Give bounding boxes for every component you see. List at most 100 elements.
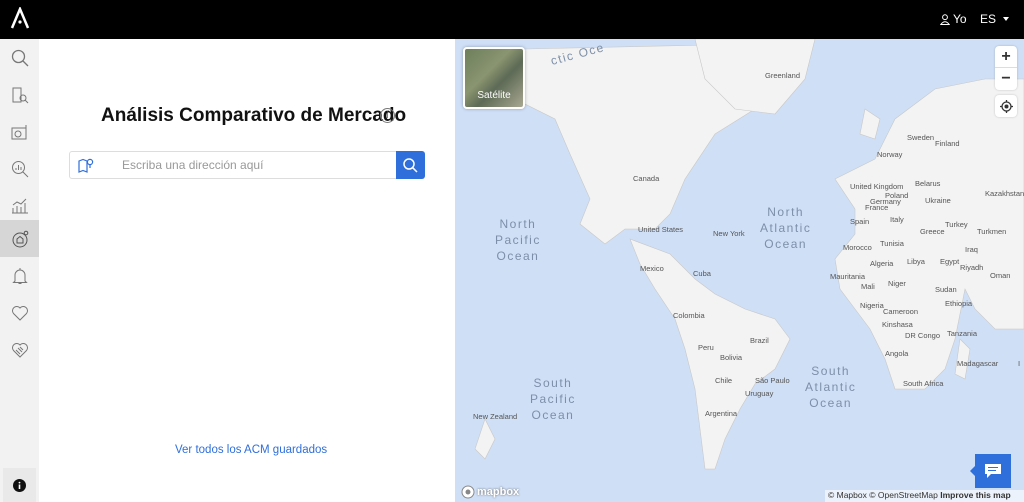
user-menu[interactable]: Yo — [940, 12, 967, 26]
map-place-label: Algeria — [870, 259, 894, 268]
map-place-label: Riyadh — [960, 263, 984, 272]
map-place-label: France — [865, 203, 889, 212]
map[interactable]: ctic Oce North Pacific Ocean North Atlan… — [455, 39, 1024, 502]
osm-attribution-link[interactable]: © OpenStreetMap — [869, 490, 938, 500]
page-title: Análisis Comparativo de Mercado — [101, 105, 407, 126]
improve-map-link[interactable]: Improve this map — [940, 490, 1010, 500]
search-icon — [11, 49, 28, 66]
chat-icon — [985, 464, 1001, 478]
map-place-label: Mexico — [640, 264, 664, 273]
map-place-label: Greece — [920, 227, 945, 236]
map-place-label: Ukraine — [925, 196, 951, 205]
map-place-label: Spain — [850, 217, 870, 226]
map-pin-icon — [78, 158, 94, 173]
building-search-icon — [12, 87, 28, 103]
sidebar-item-market-analysis[interactable] — [0, 150, 39, 187]
map-place-label: New Zealand — [473, 412, 518, 421]
map-place-label: Colombia — [673, 311, 705, 320]
chat-button[interactable] — [970, 454, 1011, 488]
search-icon — [403, 157, 418, 173]
acm-panel: Análisis Comparativo de Mercado i Ver to… — [39, 39, 455, 502]
map-place-label: Finland — [935, 139, 960, 148]
map-place-label: Libya — [907, 257, 925, 266]
home-target-icon — [12, 230, 28, 247]
map-place-label: Madagascar — [957, 359, 999, 368]
map-attribution: © Mapbox © OpenStreetMap Improve this ma… — [825, 490, 1024, 502]
app-logo[interactable] — [10, 5, 30, 34]
chart-search-icon — [11, 160, 28, 177]
map-place-label: Canada — [633, 174, 660, 183]
geolocate-button[interactable] — [995, 95, 1017, 117]
mapbox-logo[interactable]: mapbox — [461, 485, 519, 499]
map-place-label: Kazakhstan — [985, 189, 1024, 198]
mapbox-attribution-link[interactable]: © Mapbox — [828, 490, 867, 500]
map-place-label: New York — [713, 229, 745, 238]
sidebar-item-search[interactable] — [0, 39, 39, 76]
map-place-label: Brazil — [750, 336, 769, 345]
map-place-label: Turkey — [945, 220, 968, 229]
mapbox-icon — [461, 485, 475, 499]
language-selector[interactable]: ES — [980, 12, 996, 26]
map-place-label: Sweden — [907, 133, 935, 142]
locate-icon — [999, 99, 1013, 113]
map-place-label: Ethiopia — [945, 299, 973, 308]
bell-icon — [11, 267, 28, 284]
map-place-label: Bolivia — [720, 353, 743, 362]
handshake-icon — [11, 342, 28, 358]
sidebar-item-acm[interactable] — [0, 220, 39, 257]
sidebar-item-deals[interactable] — [0, 331, 39, 368]
map-place-label: Egypt — [940, 257, 960, 266]
map-place-label: South Africa — [903, 379, 944, 388]
map-place-label: Italy — [890, 215, 904, 224]
satellite-label: Satélite — [477, 90, 511, 101]
map-place-label: Oman — [990, 271, 1011, 280]
map-place-label: Uruguay — [745, 389, 774, 398]
address-input[interactable] — [122, 152, 392, 178]
map-place-label: Cuba — [693, 269, 711, 278]
map-place-label: Norway — [877, 150, 903, 159]
sidebar-item-favorites[interactable] — [0, 294, 39, 331]
map-place-label: I — [1018, 359, 1021, 368]
sidebar-item-valuation[interactable] — [0, 113, 39, 150]
sidebar-item-property-search[interactable] — [0, 76, 39, 113]
map-place-label: Peru — [698, 343, 714, 352]
map-place-label: United Kingdom — [850, 182, 904, 191]
zoom-control: + − — [995, 46, 1017, 90]
map-place-label: Kinshasa — [882, 320, 913, 329]
top-bar: Yo ES — [0, 0, 1024, 39]
address-search — [69, 151, 397, 179]
map-place-label: Mali — [861, 282, 875, 291]
saved-acm-link[interactable]: Ver todos los ACM guardados — [175, 444, 327, 456]
search-button[interactable] — [396, 151, 425, 179]
map-place-label: United States — [638, 225, 684, 234]
ocean-label: South Atlantic Ocean — [805, 364, 857, 410]
map-place-label: Belarus — [915, 179, 941, 188]
geolocate-control — [995, 95, 1017, 117]
heart-icon — [11, 305, 28, 321]
map-place-label: Tanzania — [947, 329, 978, 338]
zoom-out-button[interactable]: − — [995, 68, 1017, 90]
info-icon[interactable]: i — [380, 108, 395, 123]
map-place-label: Nigeria — [860, 301, 884, 310]
sidebar — [0, 39, 39, 502]
map-place-label: Angola — [885, 349, 909, 358]
info-icon — [13, 478, 26, 492]
bar-chart-icon — [11, 198, 28, 213]
sidebar-item-statistics[interactable] — [0, 187, 39, 224]
ocean-label: North Pacific Ocean — [495, 217, 541, 263]
sidebar-item-alerts[interactable] — [0, 257, 39, 294]
map-place-label: Mauritania — [830, 272, 866, 281]
zoom-in-button[interactable]: + — [995, 46, 1017, 68]
map-place-label: Sudan — [935, 285, 957, 294]
map-place-label: Niger — [888, 279, 906, 288]
chevron-down-icon[interactable] — [1003, 17, 1009, 21]
map-place-label: Tunisia — [880, 239, 904, 248]
ocean-label: North Atlantic Ocean — [760, 205, 812, 251]
map-place-label: São Paulo — [755, 376, 790, 385]
globe-document-icon — [11, 124, 26, 139]
map-place-label: Chile — [715, 376, 733, 385]
map-place-label: Iraq — [965, 245, 978, 254]
ocean-label: South Pacific Ocean — [530, 376, 576, 422]
info-button[interactable] — [3, 468, 36, 502]
satellite-toggle[interactable]: Satélite — [463, 47, 525, 109]
